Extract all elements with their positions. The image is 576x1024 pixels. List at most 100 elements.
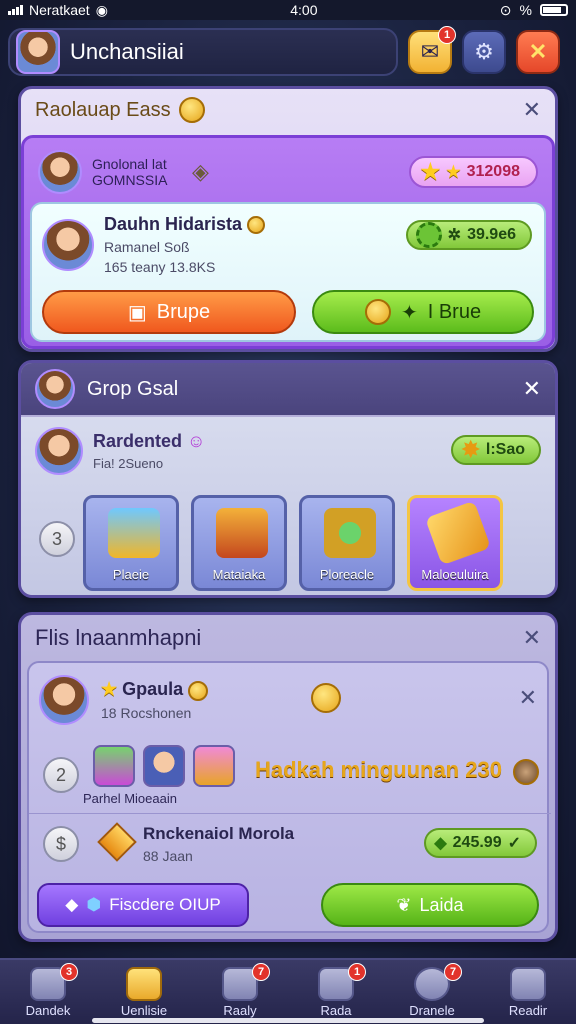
tile-label: Maloeuluira — [421, 567, 489, 582]
tile-maloeuluira[interactable]: Maloeuluira — [407, 495, 503, 591]
shield-icon: ⬢ — [86, 895, 102, 914]
ticket-icon: ◆ — [65, 895, 79, 914]
battery-icon — [539, 4, 568, 16]
settings-button[interactable]: ⚙ — [462, 30, 506, 74]
avatar — [42, 218, 94, 271]
star-icon: ★ — [446, 164, 461, 181]
profile-pill[interactable]: Unchansiiai — [8, 28, 398, 76]
nav-item-raaly[interactable]: 7 Raaly — [192, 962, 288, 1018]
coin-icon — [364, 299, 391, 325]
nav-label: Uenlisie — [120, 1002, 168, 1018]
nav-item-dranele[interactable]: 7 Dranele — [384, 962, 480, 1018]
coin-icon — [247, 216, 266, 235]
close-icon[interactable]: ✕ — [523, 376, 541, 402]
chest-icon — [193, 745, 235, 787]
pass-banner: Gnolonal lat GOMNSSIA ◈ ★ ★ 312098 Dauhn… — [21, 135, 555, 349]
player-card-info: Dauhn Hidarista Ramanel Soß 165 teany 13… — [42, 214, 266, 275]
player-card-value-pill: ✲ 39.9e6 — [405, 220, 532, 250]
tile-ploreacle[interactable]: Ploreacle — [299, 495, 395, 591]
brupe-button[interactable]: ▣ Brupe — [42, 290, 296, 334]
mail-badge: 1 — [438, 26, 456, 44]
player-card-sub1: Ramanel Soß — [104, 239, 190, 255]
mission-row-1-title: ★ Gpaula — [101, 679, 209, 701]
mail-button[interactable]: ✉ 1 — [408, 26, 456, 74]
close-icon: ✕ — [528, 39, 548, 64]
close-button[interactable]: ✕ — [516, 30, 560, 74]
avatar — [39, 675, 89, 725]
laida-button[interactable]: ❦ Laida — [321, 883, 539, 927]
nav-item-readir[interactable]: Readir — [480, 966, 576, 1018]
check-icon: ✓ — [507, 835, 521, 852]
mail-icon: ✉ — [420, 39, 440, 64]
tile-plaeie[interactable]: Plaeie — [83, 495, 179, 591]
group-panel-body: Rardented ☺ Fia! 2Sueno ✸ l:Sao 3 Plaeie… — [21, 417, 555, 595]
mission-row-1-sub: 18 Rocshonen — [101, 704, 192, 721]
player-card: Dauhn Hidarista Ramanel Soß 165 teany 13… — [30, 202, 546, 342]
group-user: Rardented ☺ Fia! 2Sueno — [35, 427, 205, 475]
mission-headline: Hadkah minguunan 230 — [255, 757, 502, 782]
mission-row-1: ★ Gpaula 18 Rocshonen ✕ — [29, 669, 551, 731]
character-icon — [143, 745, 185, 787]
alarm-icon: ⊙ — [499, 1, 512, 18]
group-panel: Grop Gsal ✕ Rardented ☺ Fia! 2Sueno ✸ l:… — [18, 360, 558, 598]
mission-list: ★ Gpaula 18 Rocshonen ✕ 2 Parhel Mioeaai… — [27, 661, 551, 933]
tile-label: Mataiaka — [212, 567, 266, 582]
mission-value-pill: ◆ 245.99 ✓ — [424, 828, 537, 858]
mission-actions: ◆ ⬢ Fiscdere OIUP ❦ Laida — [29, 875, 551, 931]
gear-icon — [324, 508, 376, 558]
star-icon: ★ — [420, 159, 441, 184]
player-card-sub2: 165 teany 13.8KS — [104, 259, 216, 275]
player-card-name: Dauhn Hidarista — [104, 214, 266, 235]
bottom-nav: 3 Dandek Uenlisie 7 Raaly 1 Rada 7 Drane… — [0, 958, 576, 1024]
mission-panel-title: Flis lnaanmhapni — [35, 625, 202, 650]
group-panel-title: Grop Gsal — [87, 377, 179, 400]
notification-icon: ◉ — [95, 1, 108, 18]
reward-value: 312098 — [466, 163, 520, 180]
status-bar: Neratkaet ◉ 4:00 ⊙ % — [0, 0, 576, 20]
item-tiles: Plaeie Mataiaka Ploreacle Maloeuluira — [83, 495, 503, 591]
nav-item-rada[interactable]: 1 Rada — [288, 962, 384, 1018]
mission-row-1-text: ★ Gpaula 18 Rocshonen — [101, 679, 209, 721]
close-icon[interactable]: ✕ — [523, 97, 541, 123]
mission-panel: Flis lnaanmhapni ✕ ★ Gpaula 18 Rocshonen… — [18, 612, 558, 942]
gem-icon: ◆ — [434, 835, 447, 852]
brue-button[interactable]: ✦ I Brue — [312, 290, 534, 334]
star-icon: ✦ — [400, 301, 418, 324]
puzzle-icon: ✸ — [461, 437, 480, 462]
coin-icon — [188, 680, 209, 701]
nav-item-uenlisie[interactable]: Uenlisie — [96, 966, 192, 1018]
menu-icon — [510, 966, 546, 1001]
player-card-text: Dauhn Hidarista Ramanel Soß 165 teany 13… — [104, 214, 266, 275]
nav-label: Raaly — [223, 1002, 257, 1018]
coins-icon — [108, 508, 160, 558]
gear-icon: ⚙ — [474, 39, 494, 64]
percent-icon: % — [519, 2, 532, 18]
discover-button-label: Fiscdere OIUP — [109, 895, 221, 914]
close-icon[interactable]: ✕ — [519, 685, 537, 711]
tile-mataiaka[interactable]: Mataiaka — [191, 495, 287, 591]
avatar[interactable] — [16, 30, 60, 74]
clock: 4:00 — [290, 2, 318, 18]
side-number[interactable]: 3 — [39, 521, 75, 557]
reward-pill: ★ ★ 312098 — [408, 156, 538, 188]
mission-row-3-name: Rnckenaiol Morola — [143, 824, 295, 843]
nav-badge: 3 — [60, 962, 78, 981]
discover-button[interactable]: ◆ ⬢ Fiscdere OIUP — [37, 883, 249, 927]
home-indicator[interactable] — [92, 1018, 484, 1023]
mission-row-1-title-text: Gpaula — [122, 679, 184, 700]
nav-item-dandek[interactable]: 3 Dandek — [0, 962, 96, 1018]
gift-icon — [93, 745, 135, 787]
mission-panel-header: Flis lnaanmhapni ✕ — [21, 615, 555, 661]
nav-label: Dandek — [25, 1002, 71, 1018]
brue-button-label: I Brue — [427, 300, 482, 323]
pass-panel-header: Raolauap Eass ✕ — [21, 89, 555, 131]
close-icon[interactable]: ✕ — [523, 625, 541, 651]
sparkle-icon: ✲ — [447, 227, 462, 244]
gem-icon — [97, 822, 137, 862]
scroll-icon — [425, 500, 491, 566]
leaf-icon: ❦ — [396, 894, 412, 915]
coin-stack-icon — [126, 966, 162, 1001]
group-panel-header: Grop Gsal ✕ — [21, 363, 555, 415]
nav-badge: 7 — [252, 962, 270, 981]
coin-icon — [513, 759, 539, 785]
